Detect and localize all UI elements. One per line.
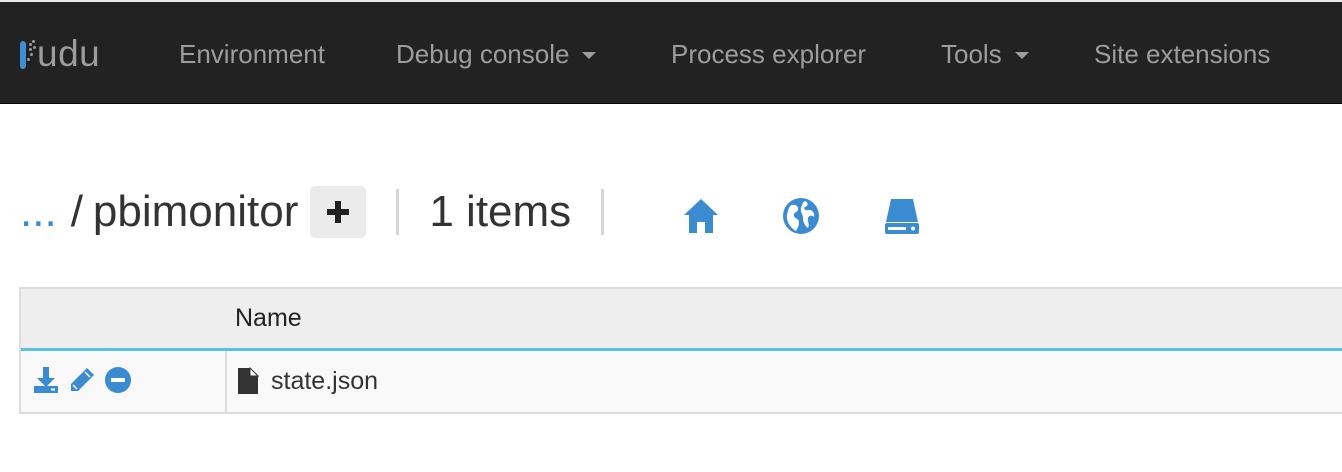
table-header: Name [21, 289, 1342, 351]
nav-process-explorer[interactable]: Process explorer [671, 36, 866, 72]
items-count: 1 items [429, 187, 572, 236]
breadcrumb-current-folder: pbimonitor [92, 187, 299, 236]
add-item-button[interactable] [310, 186, 367, 238]
breadcrumb-parent-link[interactable]: ... [20, 187, 57, 237]
divider [396, 189, 400, 235]
file-icon [238, 367, 259, 394]
nav-site-extensions-label: Site extensions [1094, 39, 1271, 69]
column-header-name[interactable]: Name [235, 289, 302, 348]
chevron-down-icon [1014, 52, 1029, 59]
plus-icon [327, 201, 350, 223]
breadcrumb-separator: / [70, 187, 83, 236]
nav-tools-label: Tools [941, 39, 1002, 69]
kudu-logo-icon [18, 37, 36, 71]
nav-tools[interactable]: Tools [941, 36, 1029, 72]
divider [601, 189, 605, 235]
file-name-cell[interactable]: state.json [237, 365, 378, 397]
nav-environment[interactable]: Environment [179, 36, 325, 72]
kudu-logo-text: udu [37, 33, 101, 74]
nav-site-extensions[interactable]: Site extensions [1094, 36, 1270, 72]
breadcrumb: ... / pbimonitor 1 items [20, 182, 634, 242]
edit-icon[interactable] [67, 365, 97, 395]
nav-process-explorer-label: Process explorer [671, 39, 867, 69]
row-actions [31, 365, 139, 395]
file-table: Name state.json [19, 287, 1342, 414]
top-navbar: udu Environment Debug console Process ex… [0, 0, 1342, 104]
delete-icon[interactable] [103, 365, 133, 395]
download-icon[interactable] [31, 365, 61, 395]
home-icon[interactable] [681, 196, 721, 236]
drive-icon[interactable] [882, 196, 922, 236]
chevron-down-icon [582, 52, 597, 59]
nav-debug-console[interactable]: Debug console [396, 36, 597, 72]
nav-environment-label: Environment [179, 39, 325, 69]
nav-debug-console-label: Debug console [396, 39, 570, 69]
kudu-logo[interactable]: udu [18, 32, 100, 76]
column-divider [225, 351, 227, 412]
globe-icon[interactable] [781, 196, 821, 236]
table-row: state.json [21, 351, 1342, 412]
file-name[interactable]: state.json [271, 367, 378, 396]
